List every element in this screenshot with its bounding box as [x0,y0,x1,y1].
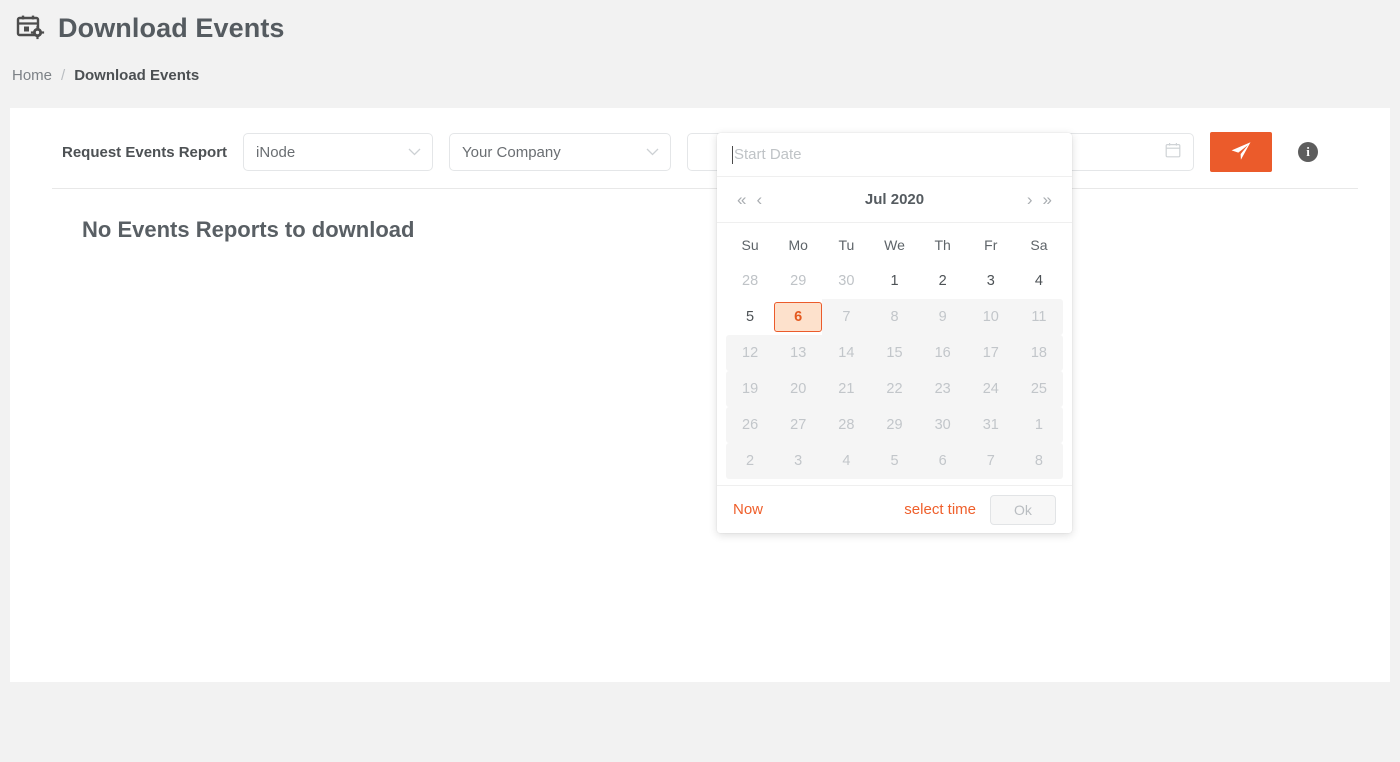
prev-year-button[interactable]: « [732,189,751,210]
calendar-day-cell[interactable]: 1 [870,266,918,296]
picker-footer: Now select time Ok [717,485,1072,533]
calendar-day-cell: 28 [838,417,855,433]
calendar-day-cell[interactable]: 2 [919,266,967,296]
calendar-day-cell: 14 [838,345,855,361]
calendar-day-cell: 20 [790,381,807,397]
calendar-day-cell[interactable]: 30 [822,266,870,296]
weekday-tu: Tu [838,237,855,253]
calendar-day-cell: 2 [746,453,755,469]
content-card: Request Events Report iNode Your Company [10,108,1390,682]
picker-body: Su Mo Tu We Th Fr Sa 28 29 30 1 2 3 4 5 6 7 8 9 10 11 12 13 14… [717,223,1072,485]
node-select-value: iNode [256,143,296,161]
calendar-day-cell: 13 [790,345,807,361]
calendar-day-cell: 29 [886,417,903,433]
start-date-placeholder: Start Date [734,146,802,163]
calendar-settings-icon [16,13,46,43]
start-date-picker: Start Date « ‹ Jul 2020 › » Su Mo Tu We Th Fr… [717,133,1072,533]
calendar-day-cell: 8 [890,309,899,325]
calendar-week-row: 12 13 14 15 16 17 18 [726,335,1063,371]
calendar-day-cell[interactable]: 4 [1015,266,1063,296]
chevron-down-icon [408,144,421,161]
info-icon[interactable]: i [1298,142,1319,162]
calendar-day-cell[interactable]: 29 [774,266,822,296]
picker-month-label: Jul 2020 [864,191,925,208]
calendar-day-cell: 19 [742,381,759,397]
company-select[interactable]: Your Company [449,133,672,171]
weekday-mo: Mo [788,237,808,253]
company-select-value: Your Company [462,143,561,161]
node-select[interactable]: iNode [243,133,434,171]
calendar-day-cell[interactable]: 28 [726,266,774,296]
calendar-day-cell: 9 [938,309,947,325]
chevron-down-icon [646,144,659,161]
calendar-day-cell: 7 [986,453,995,469]
start-date-input[interactable]: Start Date [717,133,1072,177]
request-report-label: Request Events Report [62,143,228,161]
calendar-day-cell: 27 [790,417,807,433]
weekday-header-row: Su Mo Tu We Th Fr Sa [726,231,1063,263]
now-button[interactable]: Now [733,501,763,518]
weekday-we: We [884,237,905,253]
next-year-button[interactable]: » [1038,189,1057,210]
weekday-th: Th [934,237,951,253]
calendar-icon [1165,142,1181,162]
calendar-day-cell: 6 [938,453,947,469]
picker-header: « ‹ Jul 2020 › » [717,177,1072,223]
calendar-day-cell: 17 [982,345,999,361]
calendar-day-cell: 21 [838,381,855,397]
calendar-week-row: 26 27 28 29 30 31 1 [726,407,1063,443]
calendar-day-cell: 26 [742,417,759,433]
calendar-day-cell: 25 [1030,381,1047,397]
calendar-day-cell: 31 [982,417,999,433]
calendar-day-cell[interactable]: 3 [967,266,1015,296]
calendar-day-cell[interactable]: 5 [726,302,774,332]
weekday-sa: Sa [1030,237,1048,253]
calendar-day-cell: 22 [886,381,903,397]
calendar-grid: Su Mo Tu We Th Fr Sa 28 29 30 1 2 3 4 5 6 7 8 9 10 11 12 13 14… [726,231,1063,479]
empty-state-message: No Events Reports to download [82,217,415,242]
select-time-button[interactable]: select time [904,501,976,518]
calendar-day-cell: 15 [886,345,903,361]
calendar-day-cell: 16 [934,345,951,361]
breadcrumb: Home / Download Events [0,46,1400,88]
calendar-day-cell: 12 [742,345,759,361]
calendar-day-cell: 30 [934,417,951,433]
calendar-week-row: 28 29 30 1 2 3 4 [726,263,1063,299]
breadcrumb-item-home[interactable]: Home [12,67,52,84]
calendar-week-row: 19 20 21 22 23 24 25 [726,371,1063,407]
calendar-day-cell: 5 [890,453,899,469]
calendar-day-cell: 3 [794,453,803,469]
calendar-week-row: 2 3 4 5 6 7 8 [726,443,1063,479]
request-report-form: Request Events Report iNode Your Company [10,108,1390,172]
calendar-day-cell: 11 [1031,309,1047,325]
breadcrumb-separator: / [61,66,66,84]
calendar-day-cell: 24 [982,381,999,397]
calendar-day-cell: 23 [934,381,951,397]
ok-button[interactable]: Ok [990,494,1056,525]
calendar-day-cell: 18 [1030,345,1047,361]
calendar-day-cell: 1 [1034,417,1043,433]
calendar-week-row: 5 6 7 8 9 10 11 [726,299,1063,335]
send-icon [1229,139,1253,166]
next-month-button[interactable]: › [1022,189,1038,210]
calendar-day-cell[interactable]: 6 [774,302,823,332]
calendar-day-cell: 10 [982,309,999,325]
calendar-day-cell: 8 [1034,453,1043,469]
send-request-button[interactable] [1210,132,1273,172]
calendar-day-cell: 7 [842,309,851,325]
page-title: Download Events [58,12,285,43]
breadcrumb-item-current: Download Events [74,66,200,84]
text-caret [732,145,733,164]
prev-month-button[interactable]: ‹ [751,189,767,210]
calendar-day-cell: 4 [842,453,851,469]
page-header: Download Events [0,0,1400,46]
weekday-fr: Fr [984,237,998,253]
weekday-su: Su [741,237,759,253]
